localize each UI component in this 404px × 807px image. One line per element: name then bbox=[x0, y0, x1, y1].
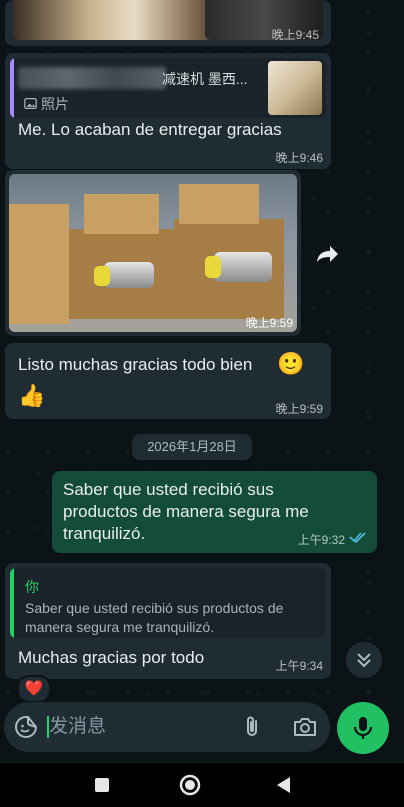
double-chevron-down-icon bbox=[357, 653, 371, 668]
reply-message-photo[interactable]: 减速机 墨西... 照片 Me. Lo acaban de entregar g… bbox=[5, 53, 331, 169]
forward-icon[interactable] bbox=[311, 240, 343, 272]
message-time: 晚上9:46 bbox=[275, 151, 323, 165]
quoted-photo-thumbnail bbox=[268, 61, 322, 115]
image-message-top[interactable]: 晚上9:45 bbox=[5, 0, 331, 46]
heart-reaction[interactable]: ❤️ bbox=[17, 675, 51, 703]
message-time: 晚上9:45 bbox=[271, 28, 319, 42]
quoted-sender: 减速机 墨西... bbox=[162, 71, 248, 87]
message-photo[interactable] bbox=[9, 174, 297, 332]
message-photo[interactable] bbox=[13, 0, 233, 40]
message-text: Muchas gracias por todo bbox=[18, 648, 205, 667]
attach-icon[interactable] bbox=[240, 715, 264, 739]
image-message-boxes[interactable]: 晚上9:59 bbox=[5, 170, 301, 336]
smile-emoji: 🙂 bbox=[277, 351, 305, 376]
read-ticks-icon bbox=[349, 532, 366, 543]
camera-icon[interactable] bbox=[292, 715, 318, 739]
sticker-icon[interactable] bbox=[14, 715, 38, 739]
message-time: 上午9:34 bbox=[275, 659, 323, 673]
outgoing-message[interactable]: Saber que usted recibió sus productos de… bbox=[52, 471, 377, 553]
home-icon[interactable] bbox=[178, 773, 202, 797]
reply-message-you[interactable]: 你 Saber que usted recibió sus productos … bbox=[5, 563, 331, 679]
message-time: 上午9:32 bbox=[297, 533, 345, 547]
message-input[interactable] bbox=[49, 715, 219, 739]
voice-message-button[interactable] bbox=[337, 702, 389, 754]
photo-icon bbox=[24, 98, 37, 109]
quoted-sender: 你 bbox=[25, 579, 39, 595]
message-composer bbox=[4, 702, 330, 752]
recent-apps-icon[interactable] bbox=[90, 773, 114, 797]
back-icon[interactable] bbox=[272, 773, 296, 797]
quote-bar bbox=[10, 58, 14, 118]
blurred-sender-name bbox=[18, 67, 166, 89]
quote-bar bbox=[10, 568, 14, 638]
scroll-to-bottom-button[interactable] bbox=[346, 642, 382, 678]
quoted-type-label: 照片 bbox=[41, 96, 69, 112]
quoted-type: 照片 bbox=[24, 94, 69, 114]
quoted-message[interactable]: 减速机 墨西... 照片 bbox=[10, 58, 326, 118]
date-divider: 2026年1月28日 bbox=[132, 434, 252, 460]
message-text: Me. Lo acaban de entregar gracias bbox=[18, 120, 282, 139]
system-navigation-bar bbox=[0, 763, 404, 807]
message-text: Listo muchas gracias todo bien bbox=[18, 355, 253, 374]
quoted-text: Saber que usted recibió sus productos de… bbox=[25, 600, 284, 635]
message-time: 晚上9:59 bbox=[275, 402, 323, 416]
microphone-icon bbox=[353, 717, 373, 739]
text-message-listo[interactable]: Listo muchas gracias todo bien 🙂 👍 晚上9:5… bbox=[5, 343, 331, 419]
quoted-message[interactable]: 你 Saber que usted recibió sus productos … bbox=[10, 568, 326, 638]
thumbs-up-emoji: 👍 bbox=[18, 383, 46, 408]
message-time: 晚上9:59 bbox=[245, 316, 293, 330]
